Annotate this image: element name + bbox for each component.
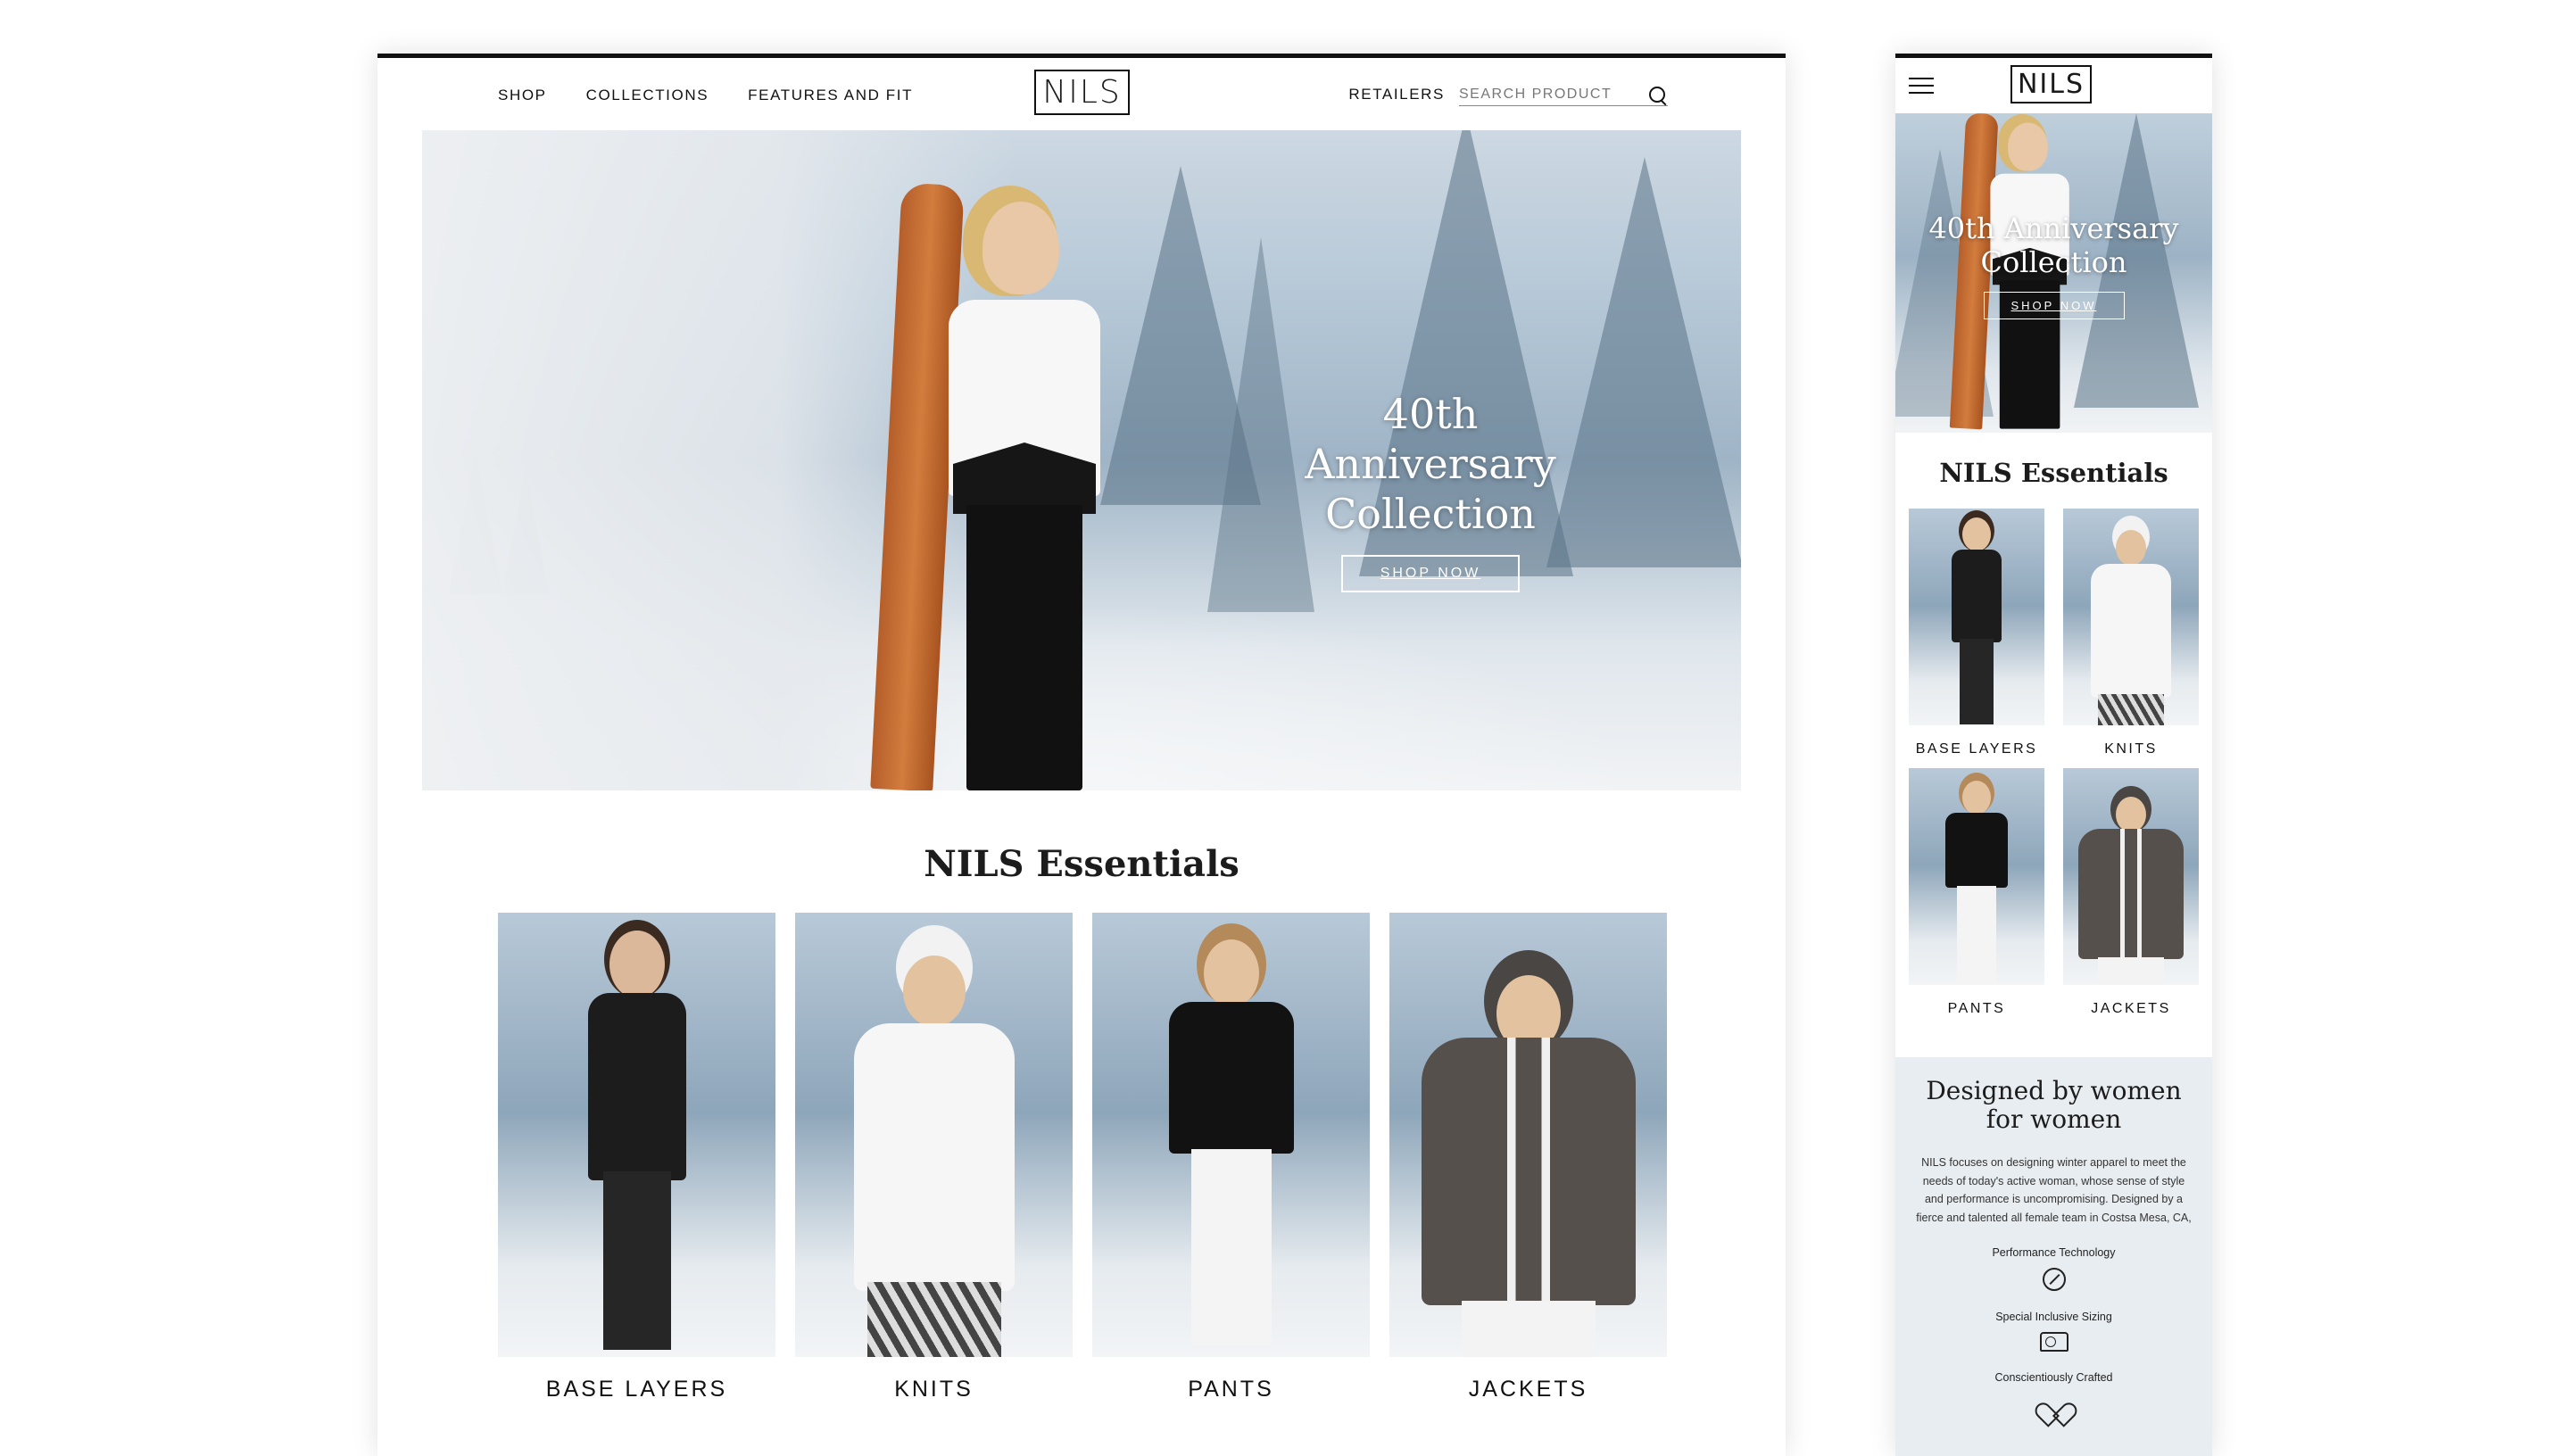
feature-label: Conscientiously Crafted (1994, 1371, 2113, 1384)
category-card-base-layers[interactable]: BASE LAYERS (498, 913, 775, 1402)
category-label: KNITS (894, 1377, 974, 1402)
category-label: JACKETS (1468, 1377, 1588, 1402)
feature-crafted: Conscientiously Crafted (1915, 1371, 2193, 1416)
category-label: PANTS (1188, 1377, 1274, 1402)
nav-collections[interactable]: COLLECTIONS (586, 87, 709, 104)
essentials-title: NILS Essentials (924, 843, 1239, 885)
desktop-header: SHOP COLLECTIONS FEATURES AND FIT NILS R… (377, 58, 1786, 129)
category-card-pants[interactable]: PANTS (1092, 913, 1370, 1402)
feature-label: Special Inclusive Sizing (1995, 1311, 2112, 1323)
category-label: JACKETS (2091, 1001, 2171, 1016)
category-label: KNITS (2104, 741, 2158, 757)
nils-logo[interactable]: NILS (2010, 65, 2092, 103)
category-image (2063, 768, 2199, 985)
category-card-knits[interactable]: KNITS (795, 913, 1073, 1402)
essentials-title: NILS Essentials (1939, 458, 2168, 488)
about-section: Designed by women for women NILS focuses… (1895, 1057, 2212, 1456)
nav-features-and-fit[interactable]: FEATURES AND FIT (748, 87, 913, 104)
nils-logo[interactable]: NILS (1034, 70, 1130, 115)
hero-text: 40th Anniversary Collection SHOP NOW (1913, 211, 2194, 319)
essentials-grid: BASE LAYERS KNITS PANTS JACKETS (498, 913, 1667, 1402)
shop-now-button[interactable]: SHOP NOW (1340, 555, 1521, 592)
category-image (498, 913, 775, 1357)
about-body: NILS focuses on designing winter apparel… (1916, 1156, 2192, 1224)
category-image (795, 913, 1073, 1357)
category-label: BASE LAYERS (545, 1377, 728, 1402)
category-image (2063, 509, 2199, 725)
hero-title: 40th Anniversary Collection (1305, 390, 1556, 538)
search-input[interactable] (1459, 83, 1668, 106)
category-card-pants[interactable]: PANTS (1909, 768, 2044, 1017)
about-title: Designed by women for women (1926, 1076, 2182, 1134)
hero-text: 40th Anniversary Collection SHOP NOW (1252, 389, 1609, 592)
search-icon[interactable] (1646, 84, 1668, 105)
category-card-jackets[interactable]: JACKETS (1389, 913, 1667, 1402)
category-image (1092, 913, 1370, 1357)
category-card-jackets[interactable]: JACKETS (2063, 768, 2199, 1017)
shop-now-button[interactable]: SHOP NOW (1983, 292, 2125, 319)
category-label: PANTS (1947, 1001, 2006, 1016)
header-utilities: RETAILERS (1348, 83, 1668, 106)
feature-performance: Performance Technology (1915, 1246, 2193, 1291)
feature-label: Performance Technology (1992, 1246, 2116, 1259)
nav-shop[interactable]: SHOP (498, 87, 547, 104)
essentials-grid: BASE LAYERS KNITS PANTS JACKETS (1909, 509, 2199, 1017)
hero-model-image (870, 182, 1100, 790)
nav-retailers[interactable]: RETAILERS (1348, 86, 1445, 103)
desktop-page: SHOP COLLECTIONS FEATURES AND FIT NILS R… (377, 54, 1786, 1456)
main-nav: SHOP COLLECTIONS FEATURES AND FIT (498, 87, 913, 104)
hamburger-menu-icon[interactable] (1909, 78, 1934, 95)
category-card-base-layers[interactable]: BASE LAYERS (1909, 509, 2044, 757)
mobile-page: NILS 40th Anniversary Collection SHOP NO… (1895, 54, 2212, 1456)
measuring-tape-icon (2039, 1332, 2068, 1352)
feature-sizing: Special Inclusive Sizing (1915, 1311, 2193, 1352)
heart-hands-icon (2043, 1393, 2066, 1416)
performance-icon (2042, 1268, 2066, 1291)
category-card-knits[interactable]: KNITS (2063, 509, 2199, 757)
category-image (1909, 768, 2044, 985)
hero-title: 40th Anniversary Collection (1928, 211, 2179, 279)
category-label: BASE LAYERS (1915, 741, 2038, 757)
category-image (1389, 913, 1667, 1357)
category-image (1909, 509, 2044, 725)
hero-banner: 40th Anniversary Collection SHOP NOW (422, 130, 1741, 790)
mobile-hero-banner: 40th Anniversary Collection SHOP NOW (1895, 113, 2212, 433)
